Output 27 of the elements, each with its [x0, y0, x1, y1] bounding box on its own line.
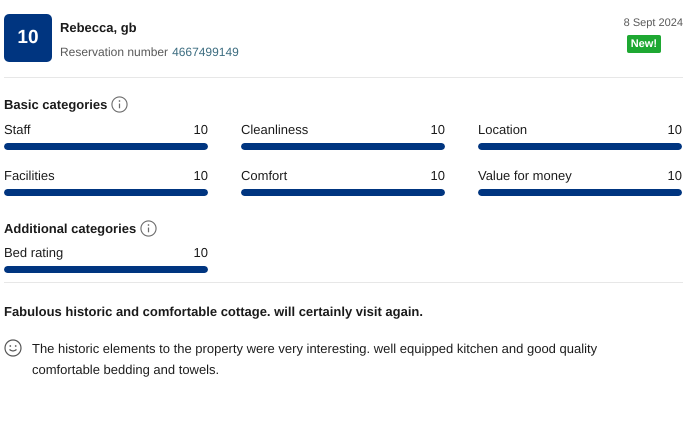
category-score: 10	[194, 244, 208, 262]
category-score: 10	[668, 166, 682, 184]
category-score: 10	[430, 166, 445, 184]
score-badge: 10	[4, 14, 52, 62]
category-label: Comfort	[241, 166, 288, 184]
category-label: Value for money	[478, 166, 572, 184]
category-label: Facilities	[4, 166, 55, 184]
category-label: Bed rating	[4, 244, 64, 262]
smiley-icon	[4, 338, 22, 356]
category-score: 10	[668, 120, 682, 138]
category-label: Location	[478, 120, 528, 138]
reservation-label: Reservation number	[60, 44, 168, 60]
category-score: 10	[430, 120, 445, 138]
category-score: 10	[194, 120, 208, 138]
reviewer-name: Rebecca, gb	[60, 19, 138, 37]
new-badge: New!	[626, 34, 661, 53]
section-heading: Basic categories	[4, 96, 108, 114]
info-icon[interactable]	[140, 220, 158, 237]
review-headline: Fabulous historic and comfortable cottage. will certainly visit again.	[4, 303, 424, 321]
reservation-number: 4667499149	[172, 44, 239, 60]
review-date: 8 Sept 2024	[624, 16, 683, 31]
review-comment: The historic elements to the property were very interesting. well equipped kitchen and good quality comfortable bedding and towels.	[32, 340, 598, 379]
category-label: Cleanliness	[241, 120, 308, 138]
category-label: Staff	[4, 120, 31, 138]
section-heading: Additional categories	[4, 220, 136, 238]
info-icon[interactable]	[111, 96, 128, 114]
category-score: 10	[194, 166, 208, 184]
